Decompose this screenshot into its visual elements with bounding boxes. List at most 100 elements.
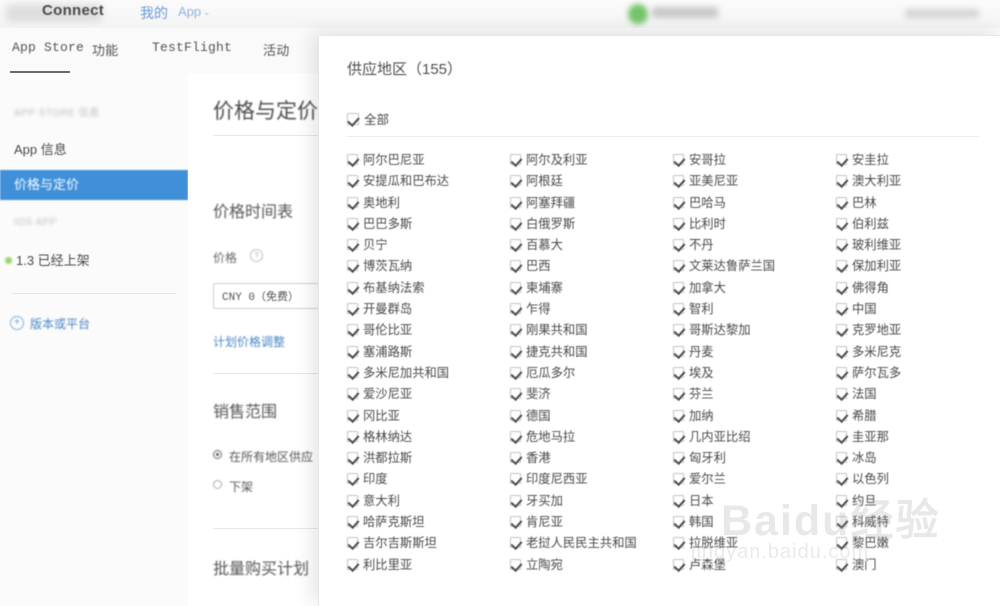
- chevron-down-icon[interactable]: ⌄: [203, 7, 211, 18]
- country-checkbox-row[interactable]: 香港: [510, 448, 672, 469]
- checkbox-icon-checked[interactable]: [836, 537, 847, 549]
- tab-testflight[interactable]: TestFlight: [152, 40, 232, 55]
- country-checkbox-row[interactable]: 芬兰: [673, 384, 835, 405]
- country-checkbox-row[interactable]: 比利时: [673, 214, 835, 235]
- country-checkbox-row[interactable]: 希腊: [836, 406, 998, 427]
- sidebar-item-pricing[interactable]: 价格与定价: [0, 170, 188, 200]
- country-checkbox-row[interactable]: 巴西: [510, 256, 672, 277]
- checkbox-icon-checked[interactable]: [510, 388, 521, 400]
- country-checkbox-row[interactable]: 拉脱维亚: [673, 533, 835, 554]
- country-checkbox-row[interactable]: 丹麦: [673, 342, 835, 363]
- country-checkbox-row[interactable]: 冈比亚: [347, 406, 509, 427]
- checkbox-icon-checked[interactable]: [673, 473, 684, 485]
- country-checkbox-row[interactable]: 柬埔寨: [510, 278, 672, 299]
- checkbox-icon-checked[interactable]: [836, 516, 847, 528]
- country-checkbox-row[interactable]: 哈萨克斯坦: [347, 512, 509, 533]
- checkbox-icon-checked[interactable]: [510, 558, 521, 570]
- checkbox-icon-checked[interactable]: [673, 494, 684, 506]
- country-checkbox-row[interactable]: 韩国: [673, 512, 835, 533]
- checkbox-icon-checked[interactable]: [347, 473, 358, 485]
- checkbox-icon-checked[interactable]: [673, 366, 684, 378]
- checkbox-icon-checked[interactable]: [510, 494, 521, 506]
- checkbox-icon-checked[interactable]: [836, 217, 847, 229]
- country-checkbox-row[interactable]: 加纳: [673, 406, 835, 427]
- country-checkbox-row[interactable]: 日本: [673, 491, 835, 512]
- country-checkbox-row[interactable]: 不丹: [673, 235, 835, 256]
- checkbox-icon-checked[interactable]: [347, 388, 358, 400]
- avatar[interactable]: [628, 4, 648, 24]
- checkbox-icon-checked[interactable]: [510, 281, 521, 293]
- country-checkbox-row[interactable]: 中国: [836, 299, 998, 320]
- checkbox-icon-checked[interactable]: [510, 452, 521, 464]
- country-checkbox-row[interactable]: 保加利亚: [836, 256, 998, 277]
- checkbox-icon-checked[interactable]: [347, 430, 358, 442]
- checkbox-icon-checked[interactable]: [510, 303, 521, 315]
- checkbox-icon-checked[interactable]: [347, 516, 358, 528]
- checkbox-icon-checked[interactable]: [836, 281, 847, 293]
- country-checkbox-row[interactable]: 阿尔及利亚: [510, 150, 672, 171]
- country-checkbox-row[interactable]: 几内亚比绍: [673, 427, 835, 448]
- checkbox-icon-checked[interactable]: [836, 409, 847, 421]
- checkbox-icon-checked[interactable]: [673, 324, 684, 336]
- checkbox-icon-checked[interactable]: [673, 239, 684, 251]
- checkbox-icon-checked[interactable]: [347, 452, 358, 464]
- checkbox-icon-select-all[interactable]: [347, 113, 359, 125]
- country-checkbox-row[interactable]: 以色列: [836, 469, 998, 490]
- checkbox-icon-checked[interactable]: [673, 281, 684, 293]
- checkbox-icon-checked[interactable]: [347, 154, 358, 165]
- checkbox-icon-checked[interactable]: [673, 260, 684, 272]
- checkbox-icon-checked[interactable]: [510, 260, 521, 272]
- checkbox-icon-checked[interactable]: [510, 345, 521, 357]
- checkbox-icon-checked[interactable]: [673, 558, 684, 570]
- country-checkbox-row[interactable]: 格林纳达: [347, 427, 509, 448]
- country-checkbox-row[interactable]: 智利: [673, 299, 835, 320]
- country-checkbox-row[interactable]: 洪都拉斯: [347, 448, 509, 469]
- country-checkbox-row[interactable]: 阿塞拜疆: [510, 193, 672, 214]
- help-icon[interactable]: ?: [250, 249, 263, 262]
- checkbox-icon-checked[interactable]: [347, 366, 358, 378]
- checkbox-icon-checked[interactable]: [673, 175, 684, 187]
- country-checkbox-row[interactable]: 亚美尼亚: [673, 171, 835, 192]
- country-checkbox-row[interactable]: 白俄罗斯: [510, 214, 672, 235]
- country-checkbox-row[interactable]: 圭亚那: [836, 427, 998, 448]
- country-checkbox-row[interactable]: 安提瓜和巴布达: [347, 171, 509, 192]
- country-checkbox-row[interactable]: 哥斯达黎加: [673, 320, 835, 341]
- checkbox-icon-checked[interactable]: [347, 494, 358, 506]
- checkbox-icon-checked[interactable]: [836, 260, 847, 272]
- country-checkbox-row[interactable]: 老挝人民民主共和国: [510, 533, 672, 554]
- country-checkbox-row[interactable]: 安圭拉: [836, 150, 998, 171]
- checkbox-icon-checked[interactable]: [510, 473, 521, 485]
- checkbox-icon-checked[interactable]: [510, 366, 521, 378]
- checkbox-icon-checked[interactable]: [836, 303, 847, 315]
- checkbox-icon-checked[interactable]: [836, 558, 847, 570]
- checkbox-icon-checked[interactable]: [836, 324, 847, 336]
- country-checkbox-row[interactable]: 吉尔吉斯斯坦: [347, 533, 509, 554]
- country-checkbox-row[interactable]: 爱沙尼亚: [347, 384, 509, 405]
- checkbox-icon-checked[interactable]: [836, 494, 847, 506]
- country-checkbox-row[interactable]: 阿尔巴尼亚: [347, 150, 509, 171]
- checkbox-icon-checked[interactable]: [836, 366, 847, 378]
- country-checkbox-row[interactable]: 贝宁: [347, 235, 509, 256]
- checkbox-icon-checked[interactable]: [836, 239, 847, 251]
- checkbox-icon-checked[interactable]: [836, 430, 847, 442]
- country-checkbox-row[interactable]: 牙买加: [510, 491, 672, 512]
- country-checkbox-row[interactable]: 法国: [836, 384, 998, 405]
- checkbox-icon-checked[interactable]: [673, 409, 684, 421]
- country-checkbox-row[interactable]: 利比里亚: [347, 555, 509, 576]
- checkbox-icon-checked[interactable]: [347, 217, 358, 229]
- country-checkbox-row[interactable]: 加拿大: [673, 278, 835, 299]
- country-checkbox-row[interactable]: 科威特: [836, 512, 998, 533]
- select-all-row[interactable]: 全部: [347, 109, 389, 128]
- country-checkbox-row[interactable]: 肯尼亚: [510, 512, 672, 533]
- country-checkbox-row[interactable]: 百慕大: [510, 235, 672, 256]
- country-checkbox-row[interactable]: 奥地利: [347, 193, 509, 214]
- country-checkbox-row[interactable]: 印度: [347, 469, 509, 490]
- checkbox-icon-checked[interactable]: [673, 537, 684, 549]
- checkbox-icon-checked[interactable]: [347, 409, 358, 421]
- country-checkbox-row[interactable]: 匈牙利: [673, 448, 835, 469]
- country-checkbox-row[interactable]: 乍得: [510, 299, 672, 320]
- checkbox-icon-checked[interactable]: [673, 430, 684, 442]
- country-checkbox-row[interactable]: 德国: [510, 406, 672, 427]
- tab-activity[interactable]: 活动: [263, 40, 289, 59]
- country-checkbox-row[interactable]: 约旦: [836, 491, 998, 512]
